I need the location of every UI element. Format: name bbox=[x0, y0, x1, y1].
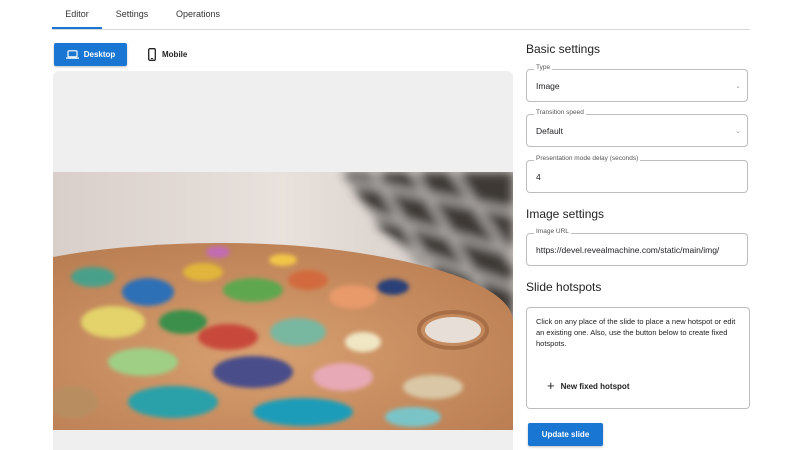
slide-hotspots-heading: Slide hotspots bbox=[526, 280, 602, 294]
presentation-delay-value: 4 bbox=[536, 172, 541, 182]
laptop-icon bbox=[65, 50, 79, 59]
hotspots-help-text: Click on any place of the slide to place… bbox=[536, 317, 736, 348]
top-tabs: Editor Settings Operations bbox=[52, 0, 750, 30]
image-url-value: https://devel.revealmachine.com/static/m… bbox=[536, 245, 720, 255]
transition-speed-select[interactable]: Transition speed Default ⌄ bbox=[526, 109, 748, 147]
chevron-down-icon: ⌄ bbox=[735, 128, 741, 135]
type-label: Type bbox=[534, 64, 553, 71]
update-slide-button[interactable]: Update slide bbox=[528, 423, 603, 446]
transition-speed-value: Default bbox=[536, 126, 563, 136]
transition-speed-label: Transition speed bbox=[534, 109, 586, 116]
basic-settings-heading: Basic settings bbox=[526, 42, 601, 56]
type-value: Image bbox=[536, 81, 560, 91]
image-url-label: Image URL bbox=[534, 228, 571, 235]
desktop-label: Desktop bbox=[83, 50, 116, 59]
hotspots-panel: Click on any place of the slide to place… bbox=[526, 307, 750, 409]
phone-icon bbox=[148, 48, 156, 61]
desktop-button[interactable]: Desktop bbox=[54, 43, 127, 66]
tab-editor[interactable]: Editor bbox=[52, 0, 102, 29]
image-url-input[interactable]: Image URL https://devel.revealmachine.co… bbox=[526, 228, 748, 266]
tab-operations[interactable]: Operations bbox=[170, 0, 226, 28]
slide-preview[interactable] bbox=[53, 71, 513, 450]
slide-image bbox=[53, 172, 513, 430]
presentation-delay-label: Presentation mode delay (seconds) bbox=[534, 155, 641, 162]
tab-settings[interactable]: Settings bbox=[108, 0, 156, 28]
plus-icon: + bbox=[547, 378, 555, 393]
type-select[interactable]: Type Image ⌄ bbox=[526, 64, 748, 102]
new-fixed-hotspot-label: New fixed hotspot bbox=[560, 381, 630, 391]
mobile-button[interactable]: Mobile bbox=[140, 43, 200, 66]
mobile-label: Mobile bbox=[162, 50, 188, 59]
presentation-delay-input[interactable]: Presentation mode delay (seconds) 4 bbox=[526, 155, 748, 193]
new-fixed-hotspot-button[interactable]: + New fixed hotspot bbox=[547, 378, 629, 394]
image-settings-heading: Image settings bbox=[526, 207, 605, 221]
chevron-down-icon: ⌄ bbox=[735, 83, 741, 90]
